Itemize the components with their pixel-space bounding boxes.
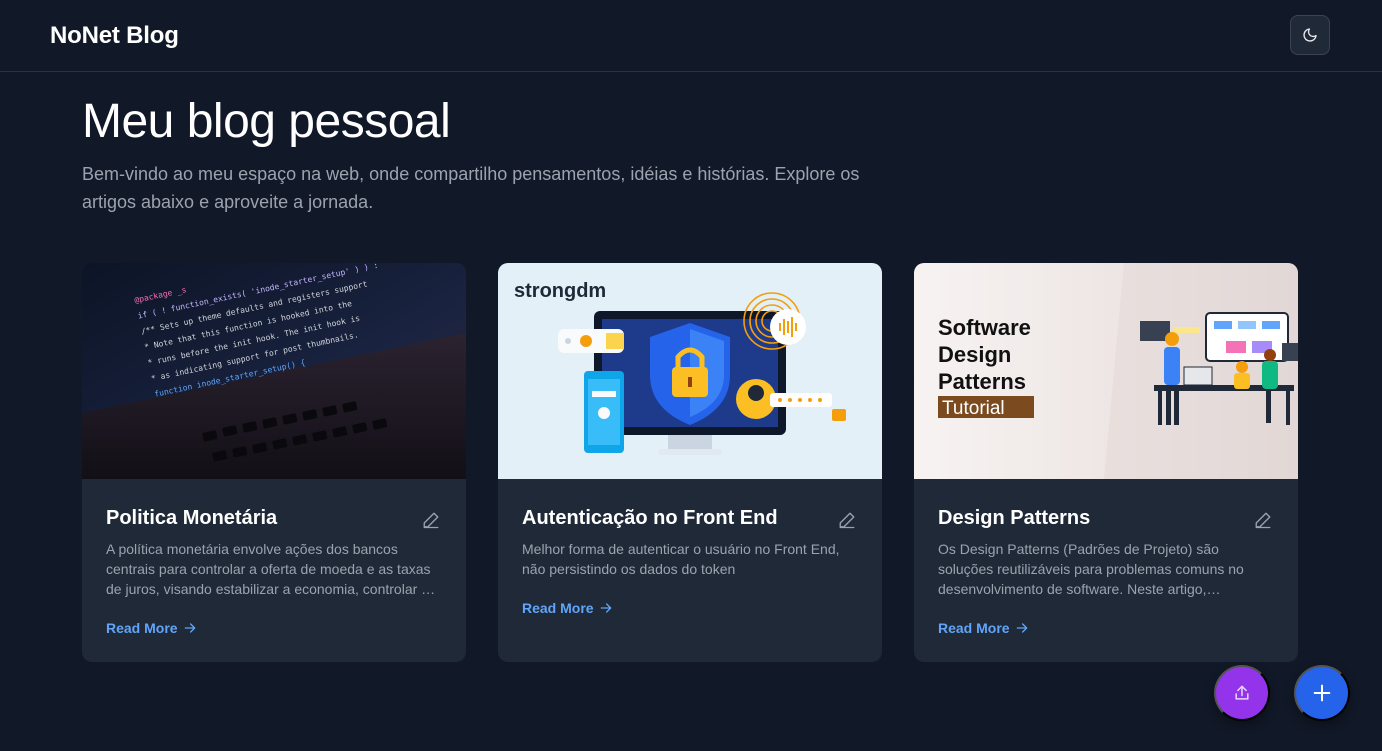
image-title-line: Patterns (938, 369, 1026, 394)
post-excerpt: Os Design Patterns (Padrões de Projeto) … (938, 541, 1244, 597)
site-brand[interactable]: NoNet Blog (50, 22, 179, 50)
image-title-line: Design (938, 342, 1011, 367)
moon-icon (1303, 28, 1317, 42)
post-image-code-laptop[interactable]: @package _s if ( ! function_exists( 'ino… (82, 263, 466, 479)
post-excerpt: A política monetária envolve ações dos b… (106, 541, 431, 597)
image-tag: Tutorial (942, 398, 1005, 419)
post-title[interactable]: Design Patterns (938, 507, 1090, 530)
add-post-button[interactable] (1294, 665, 1350, 721)
read-more-label: Read More (938, 620, 1010, 636)
read-more-link[interactable]: Read More (106, 620, 198, 636)
post-image-design-patterns[interactable]: Software Design Patterns Tutorial (914, 263, 1298, 479)
page-title: Meu blog pessoal (82, 95, 451, 148)
page-subtitle: Bem-vindo ao meu espaço na web, onde com… (82, 164, 860, 212)
post-title[interactable]: Politica Monetária (106, 507, 277, 530)
pencil-icon[interactable] (1254, 511, 1272, 529)
post-image-authentication[interactable]: strongdm (498, 263, 882, 479)
plus-icon (1313, 684, 1331, 702)
top-navbar: NoNet Blog (0, 0, 1382, 72)
arrow-right-icon (1016, 623, 1027, 633)
pencil-icon[interactable] (422, 511, 440, 529)
arrow-right-icon (600, 603, 611, 613)
post-title[interactable]: Autenticação no Front End (522, 507, 778, 530)
read-more-link[interactable]: Read More (938, 620, 1030, 636)
post-card: @package _s if ( ! function_exists( 'ino… (82, 263, 466, 662)
upload-icon (1235, 685, 1249, 700)
read-more-link[interactable]: Read More (522, 600, 614, 616)
arrow-right-icon (184, 623, 195, 633)
theme-toggle-button[interactable] (1290, 15, 1330, 55)
post-card: strongdm Autenticação no Front End Melho… (498, 263, 882, 662)
pencil-icon[interactable] (838, 511, 856, 529)
read-more-label: Read More (106, 620, 178, 636)
upload-button[interactable] (1214, 665, 1270, 721)
read-more-label: Read More (522, 600, 594, 616)
post-card: Software Design Patterns Tutorial Design… (914, 263, 1298, 662)
post-excerpt: Melhor forma de autenticar o usuário no … (522, 541, 840, 577)
image-title-line: Software (938, 315, 1031, 340)
strongdm-logo: strongdm (514, 280, 606, 302)
